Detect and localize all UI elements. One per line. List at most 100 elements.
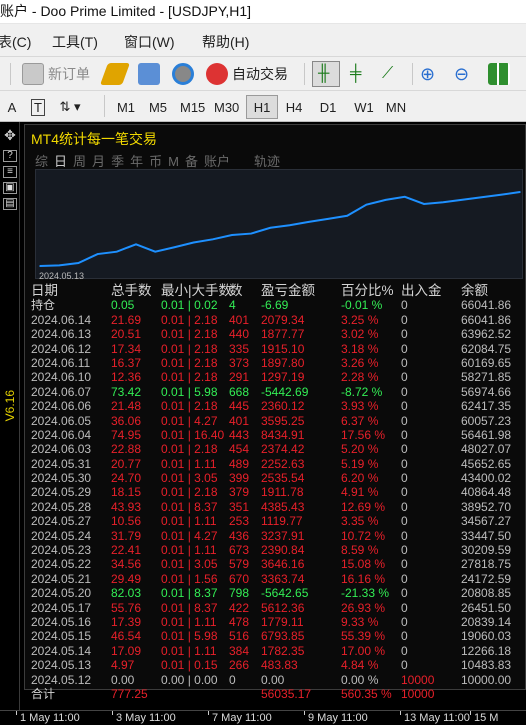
cell-date: 2024.05.20 xyxy=(31,586,92,601)
cell-date: 2024.05.27 xyxy=(31,514,92,529)
cell-date: 2024.06.14 xyxy=(31,312,92,327)
chart-window[interactable]: MT4统计每一笔交易 综日周月季年币 M 备账户 轨迹 2024.05.13 日期 总… xyxy=(20,122,526,710)
equity-point xyxy=(519,191,521,193)
table-row: 2024.05.24 31.79 0.01 | 4.27 436 3237.91 10.7… xyxy=(31,529,525,543)
time-axis: 1 May 11:00 3 May 11:00 7 May 11:00 9 May 1… xyxy=(0,710,526,725)
cell-date: 持仓 xyxy=(31,298,56,313)
tile-windows-button[interactable] xyxy=(488,61,514,87)
cell-lots: 18.15 xyxy=(111,485,142,500)
cell-minmax: 0.01 | 1.11 xyxy=(161,614,217,629)
cell-pnl: 3595.25 xyxy=(261,413,305,428)
cell-minmax: 0.01 | 5.98 xyxy=(161,384,218,399)
equity-point xyxy=(442,201,445,204)
new-order-button[interactable]: 新订单 xyxy=(22,61,90,87)
stats-panel: MT4统计每一笔交易 综日周月季年币 M 备账户 轨迹 2024.05.13 日期 总… xyxy=(24,124,526,701)
zoom-out-icon: ⊖ xyxy=(454,63,470,84)
tf-mn[interactable]: MN xyxy=(380,95,412,119)
cell-pct: 16.16 % xyxy=(341,571,386,586)
cell-date: 2024.05.31 xyxy=(31,456,92,471)
help-icon[interactable]: ? xyxy=(3,150,17,162)
table-row: 2024.06.07 73.42 0.01 | 5.98 668 -5442.69 -8.… xyxy=(31,385,525,399)
cell-minmax: 0.01 | 2.18 xyxy=(161,327,218,342)
cell-deposit: 0 xyxy=(401,399,408,414)
cell-lots: 55.76 xyxy=(111,600,142,615)
cell-pct: 4.84 % xyxy=(341,658,379,673)
menu-item-window[interactable]: 窗口(W) xyxy=(124,32,175,52)
tf-m1[interactable]: M1 xyxy=(110,95,142,119)
arrows-tool-button[interactable]: ⇅ ▾ xyxy=(54,95,86,119)
cell-balance: 48027.07 xyxy=(461,442,512,457)
panel-tab[interactable]: 币 xyxy=(149,154,162,169)
cell-balance: 19060.03 xyxy=(461,629,512,644)
text-label-tool-button[interactable]: T xyxy=(22,95,54,119)
market-watch-button[interactable] xyxy=(138,61,164,87)
cell-pnl: -6.69 xyxy=(261,298,289,313)
tf-m30[interactable]: M30 xyxy=(210,95,243,119)
menu-item-tools[interactable]: 工具(T) xyxy=(52,32,98,52)
cell-lots: 22.41 xyxy=(111,543,142,558)
cell-balance: 27818.75 xyxy=(461,557,512,572)
cell-lots: 73.42 xyxy=(111,384,142,399)
time-axis-tick xyxy=(16,711,17,715)
cell-trades: 516 xyxy=(229,629,250,644)
tf-d1[interactable]: D1 xyxy=(312,95,344,119)
equity-point xyxy=(308,221,310,223)
toolbar-separator xyxy=(304,63,305,85)
line-chart-button[interactable]: ⟋ xyxy=(382,61,393,87)
cell-trades: 445 xyxy=(229,399,250,414)
properties-icon[interactable]: ≡ xyxy=(3,166,17,178)
text-a-icon: A xyxy=(7,99,17,115)
panel-tab[interactable]: 年 xyxy=(130,154,143,169)
panel-tab[interactable]: 轨迹 xyxy=(254,154,280,169)
tf-m5[interactable]: M5 xyxy=(142,95,174,119)
table-row: 2024.05.22 34.56 0.01 | 3.05 579 3646.16 15.0… xyxy=(31,557,525,571)
cell-trades: 440 xyxy=(229,327,250,342)
tf-h4[interactable]: H4 xyxy=(278,95,310,119)
tf-m15[interactable]: M15 xyxy=(176,95,209,119)
panel-tab[interactable]: M xyxy=(168,154,179,169)
equity-point xyxy=(269,226,272,229)
gold-button[interactable] xyxy=(99,61,131,87)
equity-point xyxy=(404,195,406,198)
daily-stats-table: 日期 总手数 最小|大手数 数 盈亏金额 百分比% 出入金 余额 持仓 0.05 0… xyxy=(31,284,525,702)
collapse-icon[interactable]: ▤ xyxy=(3,198,17,210)
tf-w1[interactable]: W1 xyxy=(348,95,380,119)
header-balance: 余额 xyxy=(461,283,488,298)
total-label: 合计 xyxy=(31,686,56,701)
signals-button[interactable] xyxy=(172,61,198,87)
tf-h1[interactable]: H1 xyxy=(246,95,278,119)
panel-tab[interactable]: 月 xyxy=(92,154,105,169)
cell-minmax: 0.01 | 2.18 xyxy=(161,370,218,385)
time-axis-tick xyxy=(304,711,305,715)
zoom-in-button[interactable]: ⊕ xyxy=(420,61,435,87)
cell-minmax: 0.01 | 5.98 xyxy=(161,629,218,644)
cell-pct: 0.00 % xyxy=(341,672,379,687)
cell-pnl: 2360.12 xyxy=(261,399,305,414)
panel-tab[interactable]: 季 xyxy=(111,154,124,169)
cell-pct: 3.93 % xyxy=(341,399,379,414)
cell-balance: 10483.83 xyxy=(461,658,512,673)
expand-icon[interactable]: ▣ xyxy=(3,182,17,194)
cell-date: 2024.05.13 xyxy=(31,658,92,673)
menu-item-help[interactable]: 帮助(H) xyxy=(202,32,249,52)
table-row: 2024.05.14 17.09 0.01 | 1.11 384 1782.35 17.0… xyxy=(31,644,525,658)
zoom-out-button[interactable]: ⊖ xyxy=(454,61,469,87)
cell-balance: 33447.50 xyxy=(461,528,512,543)
table-row: 2024.06.03 22.88 0.01 | 2.18 454 2374.42 5.20… xyxy=(31,442,525,456)
panel-tab[interactable]: 综 xyxy=(35,154,48,169)
candlestick-button[interactable]: ╪ xyxy=(350,61,361,87)
cell-pnl: 3646.16 xyxy=(261,557,305,572)
panel-tab[interactable]: 日 xyxy=(54,154,67,169)
cell-lots: 17.39 xyxy=(111,614,142,629)
move-icon[interactable]: ✥ xyxy=(3,128,17,142)
menu-item-chart[interactable]: 表(C) xyxy=(0,32,31,52)
cell-minmax: 0.01 | 4.27 xyxy=(161,413,218,428)
panel-tab[interactable]: 备 xyxy=(185,154,198,169)
panel-title: MT4统计每一笔交易 xyxy=(31,131,157,147)
auto-trading-button[interactable]: 自动交易 xyxy=(206,61,288,87)
cell-pct: 15.08 % xyxy=(341,557,386,572)
panel-tab[interactable]: 周 xyxy=(73,154,86,169)
panel-tab[interactable]: 账户 xyxy=(204,154,230,169)
bar-chart-button[interactable]: ╫ xyxy=(312,61,340,87)
gold-bar-icon xyxy=(99,63,131,85)
